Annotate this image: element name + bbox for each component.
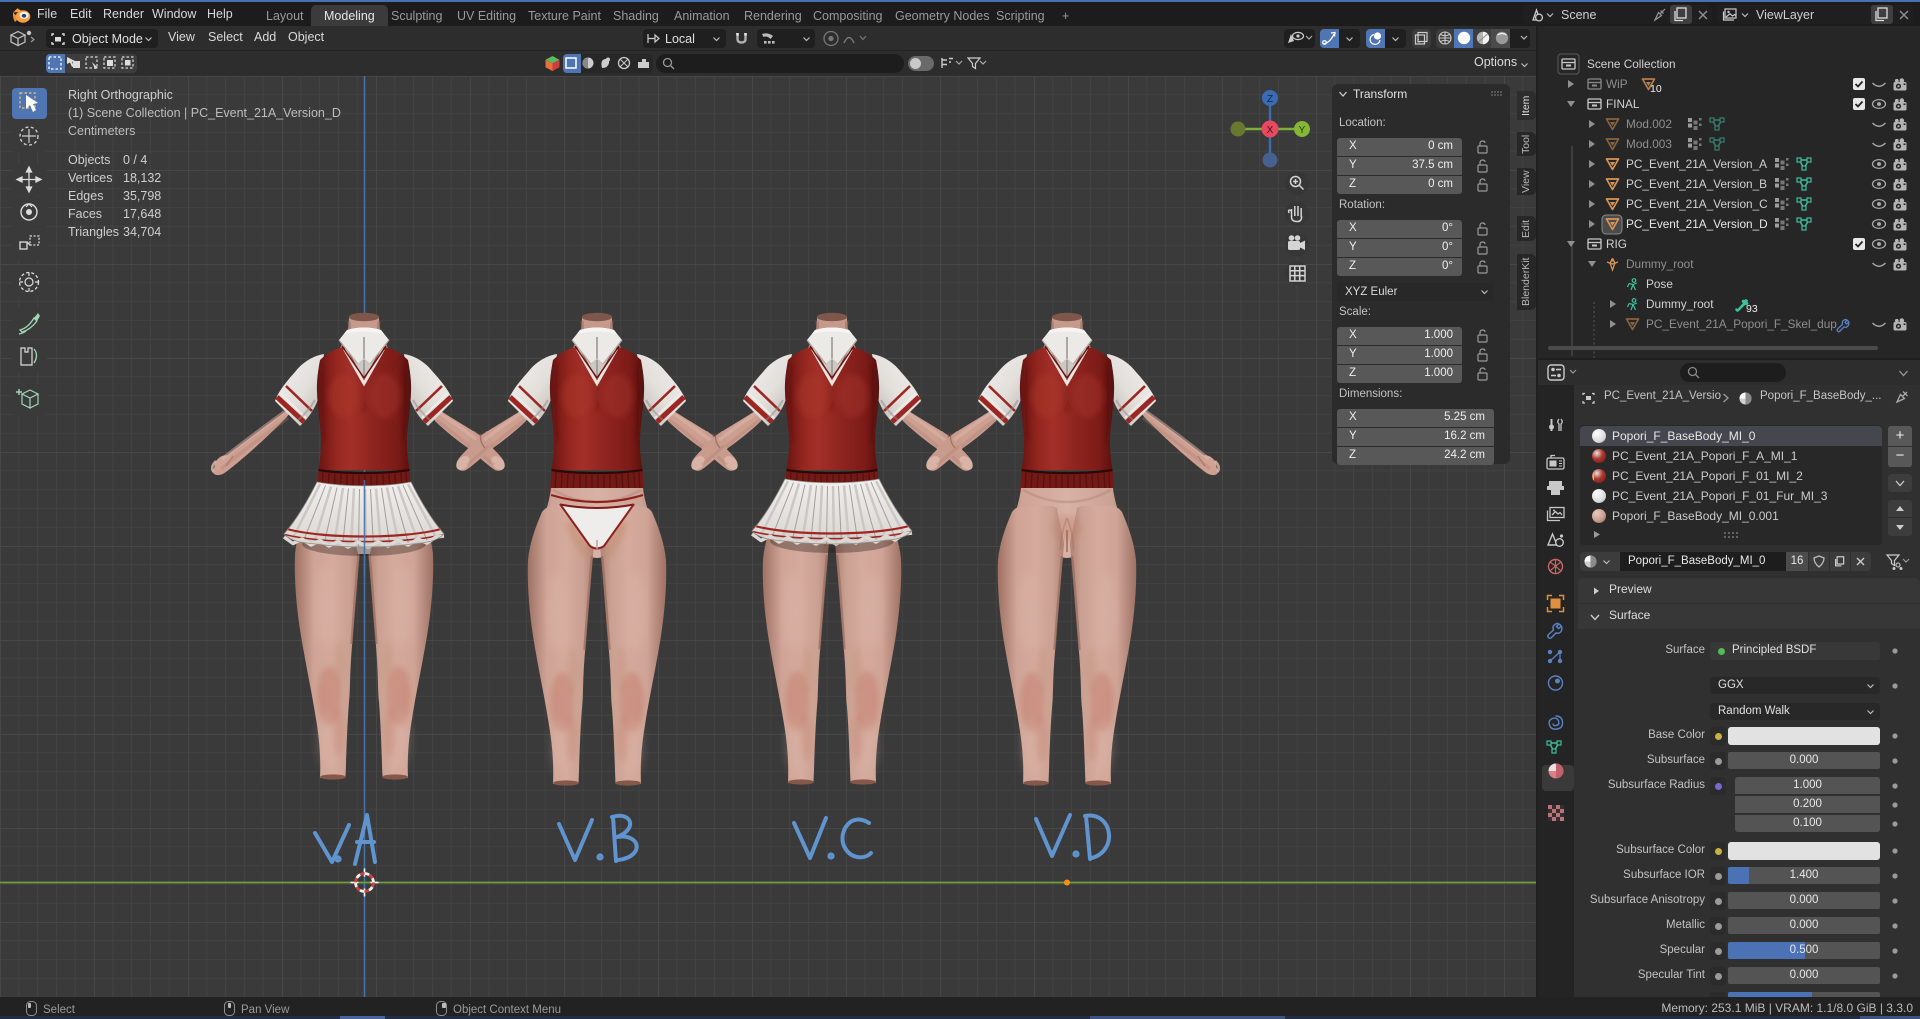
- svg-text:Popori_F_BaseBody_MI_0: Popori_F_BaseBody_MI_0: [1612, 429, 1756, 443]
- svg-text:Pose: Pose: [1646, 277, 1673, 291]
- svg-text:PC_Event_21A_Popori_F_01_MI_2: PC_Event_21A_Popori_F_01_MI_2: [1612, 469, 1803, 483]
- svg-text:Dummy_root: Dummy_root: [1626, 257, 1694, 271]
- svg-text:PC_Event_21A_Popori_F_A_MI_1: PC_Event_21A_Popori_F_A_MI_1: [1612, 449, 1798, 463]
- svg-text:Mod.002: Mod.002: [1626, 117, 1672, 131]
- svg-text:Popori_F_BaseBody_MI_0.001: Popori_F_BaseBody_MI_0.001: [1612, 509, 1779, 523]
- svg-text:Z: Z: [1267, 94, 1273, 105]
- svg-text:93: 93: [1746, 303, 1758, 315]
- svg-text:10: 10: [1650, 83, 1662, 95]
- svg-text:PC_Event_21A_Version_B: PC_Event_21A_Version_B: [1626, 177, 1767, 191]
- svg-text:PC_Event_21A_Popori_F_Skel_dup: PC_Event_21A_Popori_F_Skel_dup: [1646, 317, 1837, 331]
- svg-text:RIG: RIG: [1606, 237, 1627, 251]
- svg-text:PC_Event_21A_Popori_F_01_Fur_M: PC_Event_21A_Popori_F_01_Fur_MI_3: [1612, 489, 1828, 503]
- svg-text:Y: Y: [1299, 125, 1306, 136]
- svg-text:PC_Event_21A_Version_C: PC_Event_21A_Version_C: [1626, 197, 1768, 211]
- svg-text:X: X: [1267, 125, 1274, 136]
- svg-text:WiP: WiP: [1606, 77, 1628, 91]
- svg-text:PC_Event_21A_Version_D: PC_Event_21A_Version_D: [1626, 217, 1768, 231]
- svg-text:Dummy_root: Dummy_root: [1646, 297, 1714, 311]
- svg-text:FINAL: FINAL: [1606, 97, 1640, 111]
- svg-text:Mod.003: Mod.003: [1626, 137, 1672, 151]
- svg-text:Scene Collection: Scene Collection: [1587, 57, 1676, 71]
- svg-text:PC_Event_21A_Version_A: PC_Event_21A_Version_A: [1626, 157, 1767, 171]
